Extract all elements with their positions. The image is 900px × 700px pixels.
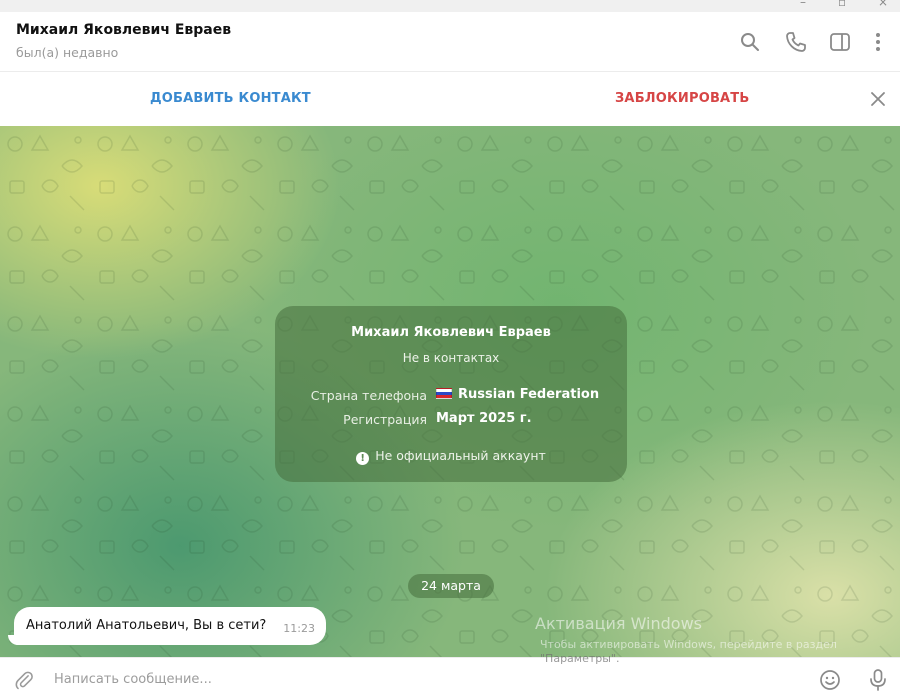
windows-activation-title: Активация Windows [535,614,702,633]
contact-status: был(а) недавно [16,45,119,60]
chat-header: Михаил Яковлевич Евраев был(а) недавно [0,12,900,72]
minimize-button[interactable]: – [800,0,806,8]
close-icon[interactable] [866,87,890,111]
sidebar-toggle-icon[interactable] [828,30,852,54]
registration-value: Март 2025 г. [436,411,532,426]
phone-country-text: Russian Federation [458,387,600,402]
russia-flag-icon [436,388,452,399]
warning-text: Не официальный аккаунт [375,448,546,463]
message-text: Анатолий Анатольевич, Вы в сети? [26,618,267,633]
search-icon[interactable] [738,30,762,54]
unofficial-account-warning: ! Не официальный аккаунт [275,448,627,465]
windows-activation-text: Чтобы активировать Windows, перейдите в … [540,638,837,651]
close-window-button[interactable]: × [878,0,888,8]
warning-icon: ! [356,452,370,465]
contact-info-card: Михаил Яковлевич Евраев Не в контактах С… [275,306,627,482]
chat-area[interactable]: Михаил Яковлевич Евраев Не в контактах С… [0,126,900,657]
phone-country-value: Russian Federation [436,387,599,402]
contact-name[interactable]: Михаил Яковлевич Евраев [16,22,231,38]
window-title-bar: – ▫ × [0,0,900,12]
card-not-in-contacts: Не в контактах [402,351,500,365]
card-contact-name: Михаил Яковлевич Евраев [351,325,551,340]
date-separator: 24 марта [408,574,494,598]
message-bubble[interactable]: Анатолий Анатольевич, Вы в сети? 11:23 [14,607,326,645]
microphone-icon[interactable] [866,667,890,693]
more-vertical-icon[interactable] [866,30,890,54]
maximize-button[interactable]: ▫ [838,0,846,8]
add-contact-button[interactable]: ДОБАВИТЬ КОНТАКТ [150,91,311,106]
message-input[interactable] [54,668,534,690]
registration-label: Регистрация [343,412,427,427]
message-time: 11:23 [283,622,315,635]
contact-action-bar: ДОБАВИТЬ КОНТАКТ ЗАБЛОКИРОВАТЬ [0,72,900,126]
phone-icon[interactable] [784,30,808,54]
block-button[interactable]: ЗАБЛОКИРОВАТЬ [615,91,750,106]
message-composer: "Параметры". [0,652,900,700]
phone-country-label: Страна телефона [310,388,427,403]
paperclip-icon[interactable] [13,669,35,691]
windows-activation-settings: "Параметры". [540,652,620,665]
emoji-icon[interactable] [818,668,842,692]
